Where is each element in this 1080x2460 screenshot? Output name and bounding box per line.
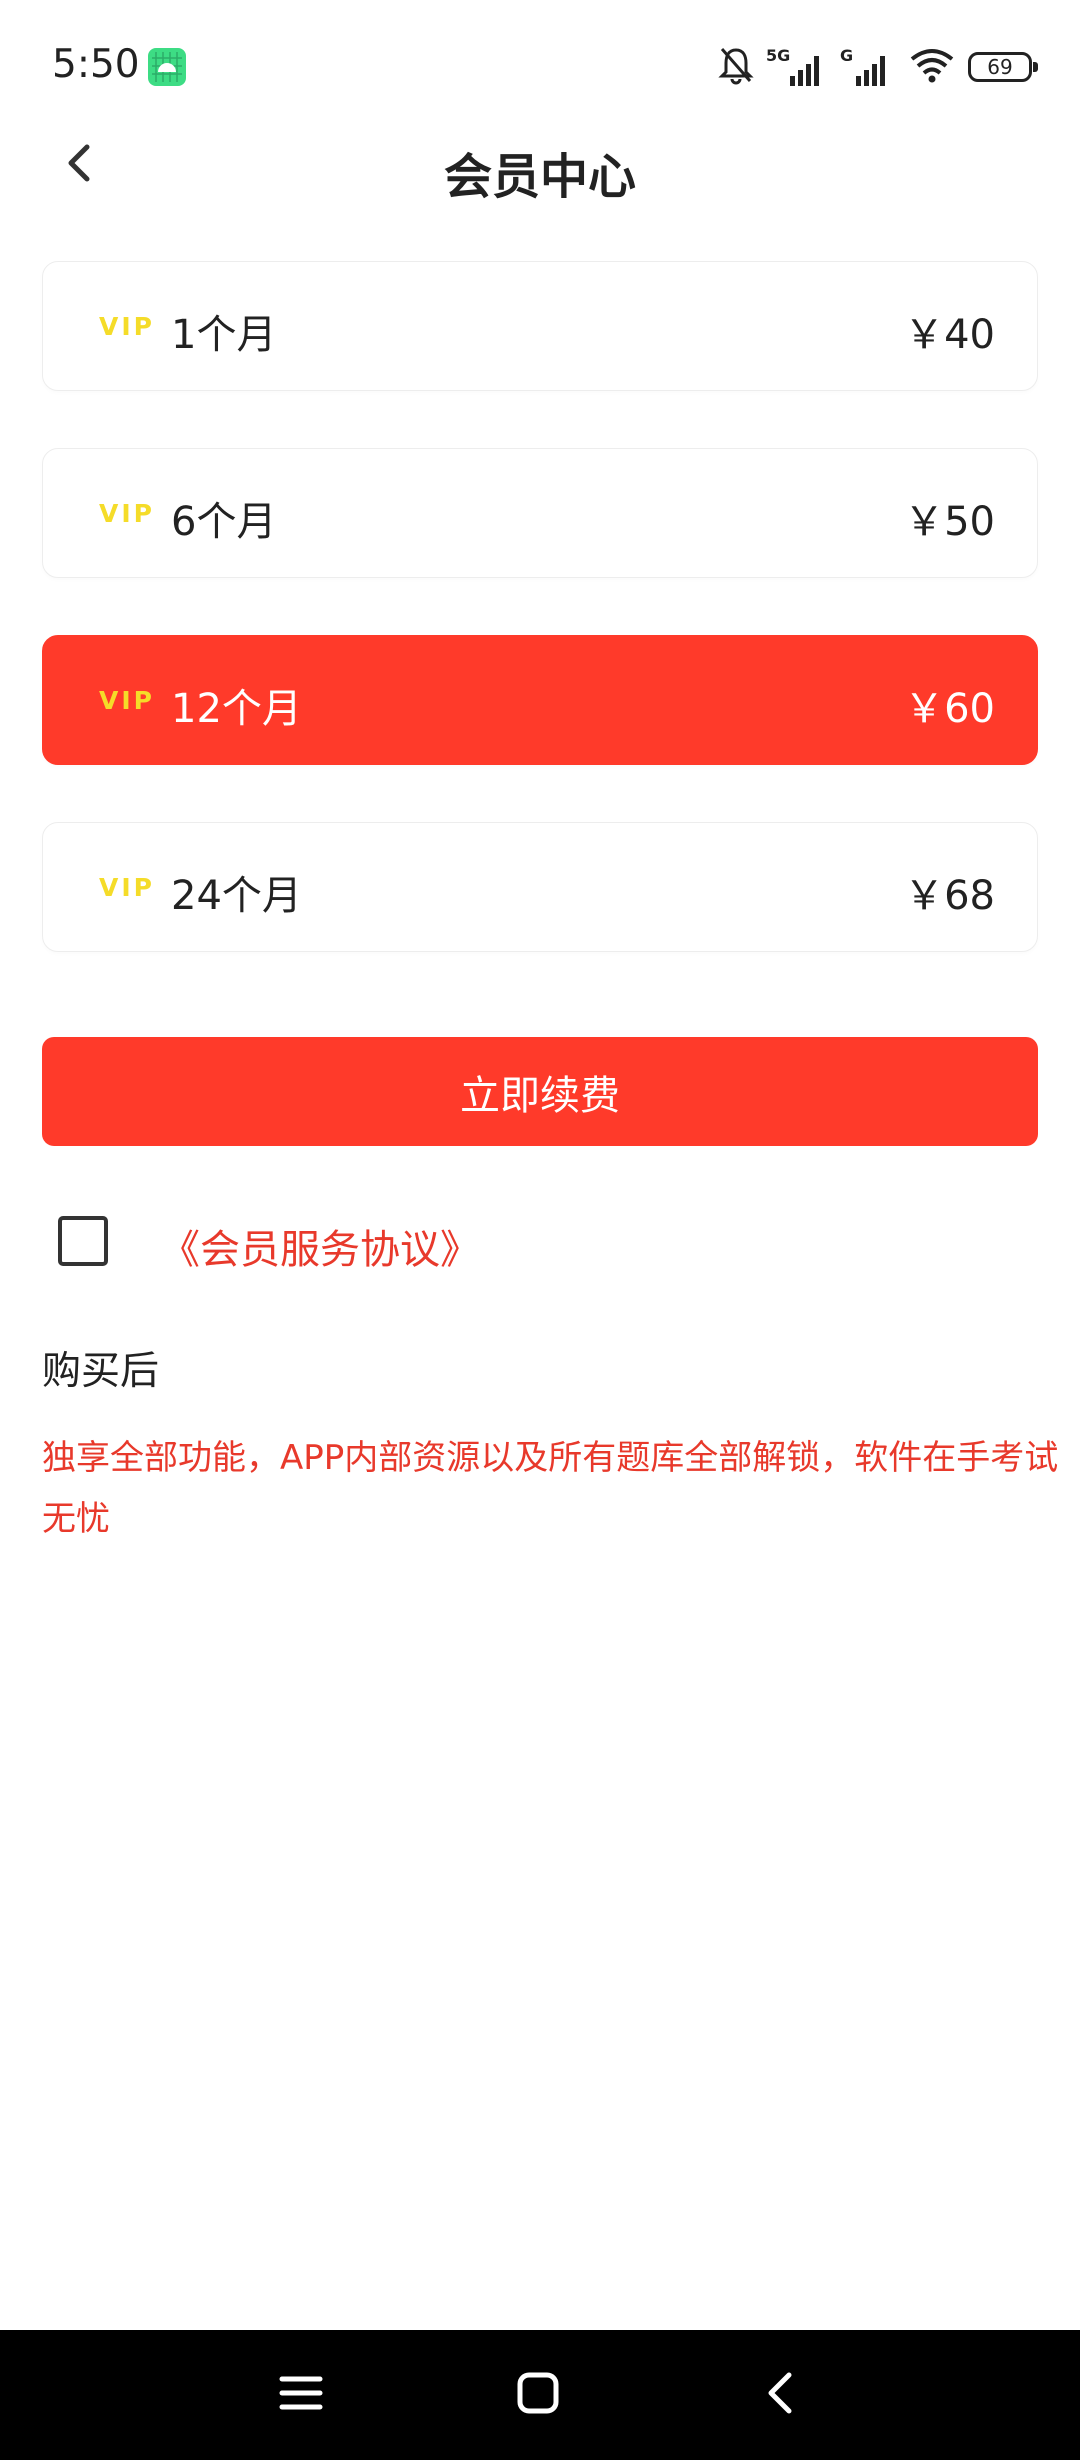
signal-5g-icon: 5G [766,46,828,88]
plan-duration: 1个月 [171,312,277,358]
menu-icon [279,2373,323,2417]
title-bar: 会员中心 [0,110,1080,220]
plan-duration: 12个月 [171,686,302,732]
plan-option-12-months[interactable]: VIP 12个月 ￥60 [42,635,1038,765]
vip-badge: VIP [99,312,155,341]
battery-level: 69 [987,55,1013,79]
renew-now-button[interactable]: 立即续费 [42,1037,1038,1146]
home-square-icon [516,2371,560,2419]
plan-price: ￥68 [904,873,995,919]
vip-badge: VIP [99,873,155,902]
android-notification-icon [148,48,186,86]
plan-duration: 6个月 [171,499,277,545]
after-purchase-description: 独享全部功能，APP内部资源以及所有题库全部解锁，软件在手考试无忧 [42,1438,1059,1539]
back-arrow-icon [763,2370,795,2420]
battery-icon: 69 [968,52,1038,82]
plan-option-6-months[interactable]: VIP 6个月 ￥50 [42,448,1038,578]
agreement-checkbox[interactable] [58,1216,108,1266]
after-purchase-heading: 购买后 [42,1349,160,1394]
vip-badge: VIP [99,686,155,715]
page-title: 会员中心 [443,149,636,205]
status-time: 5:50 [52,42,140,87]
wifi-icon [908,45,956,89]
status-icons: 5G G 69 [706,44,1038,90]
plan-option-24-months[interactable]: VIP 24个月 ￥68 [42,822,1038,952]
plan-price: ￥50 [904,499,995,545]
system-back-button[interactable] [744,2360,814,2430]
system-navigation-bar [0,2330,1080,2460]
menu-button[interactable] [266,2360,336,2430]
signal-g-icon: G [840,46,896,88]
service-agreement-link[interactable]: 《会员服务协议》 [160,1217,480,1275]
home-button[interactable] [503,2360,573,2430]
plan-duration: 24个月 [171,873,302,919]
plan-price: ￥60 [904,686,995,732]
mute-bell-icon [718,45,754,89]
plan-price: ￥40 [904,312,995,358]
vip-badge: VIP [99,499,155,528]
plan-option-1-month[interactable]: VIP 1个月 ￥40 [42,261,1038,391]
